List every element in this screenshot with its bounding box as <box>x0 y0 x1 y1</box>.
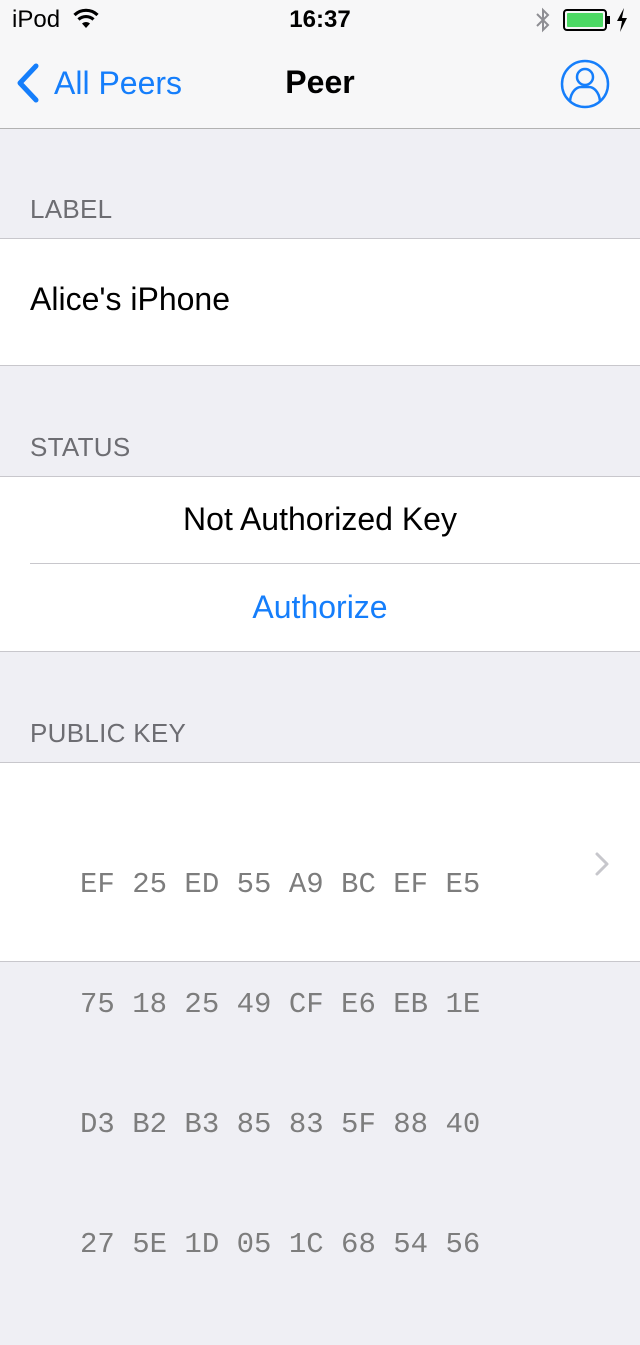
status-value: Not Authorized Key <box>183 501 457 537</box>
navigation-bar: All Peers Peer <box>0 40 640 129</box>
profile-icon[interactable] <box>559 58 611 110</box>
public-key-line: 75 18 25 49 CF E6 EB 1E <box>80 988 481 1021</box>
peer-label-value: Alice's iPhone <box>30 281 230 317</box>
status-group: Not Authorized Key Authorize <box>0 476 640 652</box>
public-key-line: EF 25 ED 55 A9 BC EF E5 <box>80 868 481 901</box>
chevron-right-icon <box>595 852 609 876</box>
page-title: Peer <box>285 64 355 100</box>
public-key-line: 27 5E 1D 05 1C 68 54 56 <box>80 1228 481 1261</box>
status-section-header: STATUS <box>30 432 131 462</box>
public-key-line: D3 B2 B3 85 83 5F 88 40 <box>80 1108 481 1141</box>
charging-icon <box>617 8 627 32</box>
label-section-header: LABEL <box>30 194 113 224</box>
status-bar: iPod 16:37 <box>0 0 640 40</box>
battery-icon <box>563 9 610 31</box>
bluetooth-icon <box>536 7 550 33</box>
label-cell: Alice's iPhone <box>0 238 640 366</box>
public-key-hex: EF 25 ED 55 A9 BC EF E5 75 18 25 49 CF E… <box>80 785 480 1345</box>
authorize-button[interactable]: Authorize <box>0 564 640 651</box>
public-key-section-header: PUBLIC KEY <box>30 718 187 748</box>
public-key-cell[interactable]: EF 25 ED 55 A9 BC EF E5 75 18 25 49 CF E… <box>0 762 640 1261</box>
